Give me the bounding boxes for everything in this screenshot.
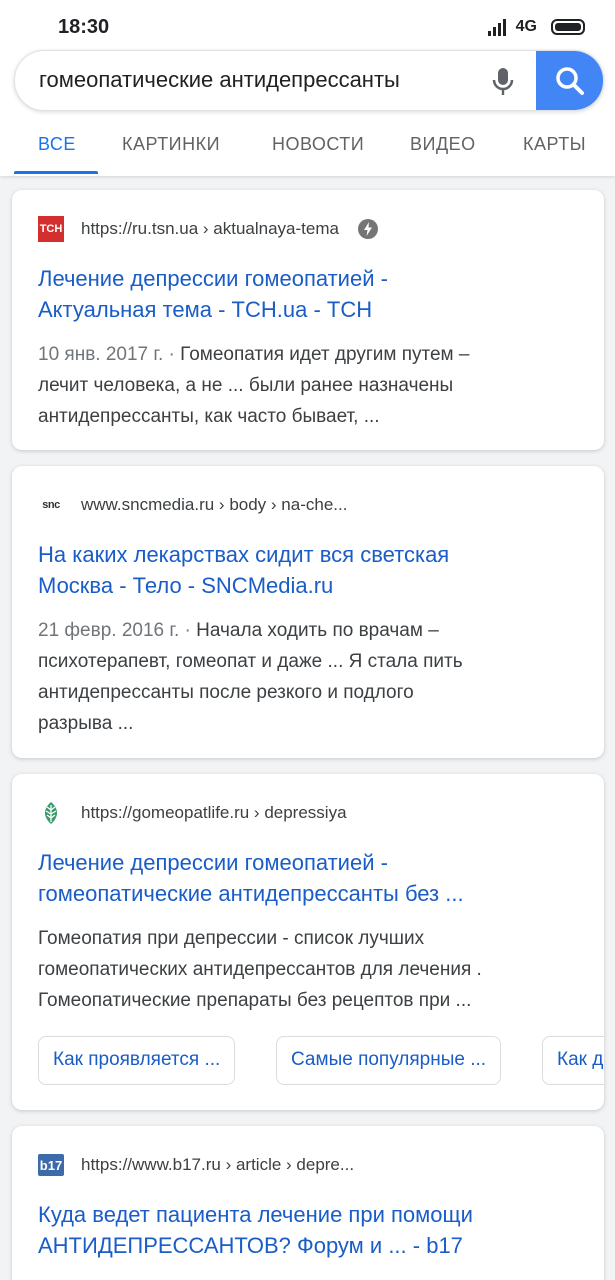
result-url-text: https://www.b17.ru › article › depre... [81,1155,355,1174]
result-title[interactable]: Лечение депрессии гомеопатией - Актуальн… [38,263,388,325]
tsn-favicon-icon: ТСН [38,216,64,242]
result-url-text: https://gomeopatlife.ru › depressiya [81,803,347,822]
tab-all[interactable]: ВСЕ [38,134,76,155]
search-input[interactable]: гомеопатические антидепрессанты [39,67,400,93]
search-tabs: ВСЕ КАРТИНКИ НОВОСТИ ВИДЕО КАРТЫ [0,122,615,176]
result-snippet: 21 февр. 2016 г. · Начала ходить по врач… [38,620,463,734]
related-chip[interactable]: Как проявляется ... [38,1036,236,1085]
result-url-text: www.sncmedia.ru › body › na-che... [81,495,348,514]
result-url[interactable]: b17 https://www.b17.ru › article › depre… [38,1152,354,1178]
active-tab-indicator [14,171,98,174]
related-chip[interactable]: Самые популярные ... [276,1036,502,1085]
result-date: 10 янв. 2017 г. · [38,344,181,365]
result-date: 21 февр. 2016 г. · [38,620,197,641]
result-snippet: Гомеопатия при депрессии - список лучших… [38,928,482,1011]
search-icon [556,66,584,95]
signal-icon [487,18,508,36]
battery-icon [551,19,585,35]
search-box[interactable]: гомеопатические антидепрессанты [14,50,604,111]
top-bar: 18:30 4G гомеопатические антидепрессанты… [0,0,615,176]
search-result-card: https://gomeopatlife.ru › depressiya Леч… [12,774,604,1110]
search-result-card: b17 https://www.b17.ru › article › depre… [12,1126,604,1280]
status-time: 18:30 [58,16,110,38]
status-bar: 18:30 4G [0,0,615,52]
result-title[interactable]: Лечение депрессии гомеопатией - гомеопат… [38,847,464,909]
result-url-text: https://ru.tsn.ua › aktualnaya-tema [81,219,339,238]
search-button[interactable] [536,51,603,110]
search-result-card: snc www.sncmedia.ru › body › na-che... Н… [12,466,604,758]
microphone-icon[interactable] [485,63,521,99]
result-url[interactable]: ТСН https://ru.tsn.ua › aktualnaya-tema [38,216,379,242]
result-snippet: 10 янв. 2017 г. · Гомеопатия идет другим… [38,344,470,427]
status-indicators: 4G [487,14,585,40]
b17-favicon-icon: b17 [38,1152,64,1178]
result-title[interactable]: На каких лекарствах сидит вся светская М… [38,539,449,601]
tab-video[interactable]: ВИДЕО [410,134,476,155]
result-title[interactable]: Куда ведет пациента лечение при помощи А… [38,1199,473,1261]
leaf-favicon-icon [38,800,64,826]
result-url[interactable]: https://gomeopatlife.ru › depressiya [38,800,347,826]
result-url[interactable]: snc www.sncmedia.ru › body › na-che... [38,492,347,518]
search-result-card: ТСН https://ru.tsn.ua › aktualnaya-tema … [12,190,604,450]
tab-images[interactable]: КАРТИНКИ [122,134,220,155]
sncmedia-favicon-icon: snc [42,499,60,511]
tab-news[interactable]: НОВОСТИ [272,134,364,155]
amp-lightning-icon [357,219,378,239]
related-chip[interactable]: Как д [542,1036,604,1085]
network-type: 4G [515,18,537,35]
tab-maps[interactable]: КАРТЫ [523,134,586,155]
